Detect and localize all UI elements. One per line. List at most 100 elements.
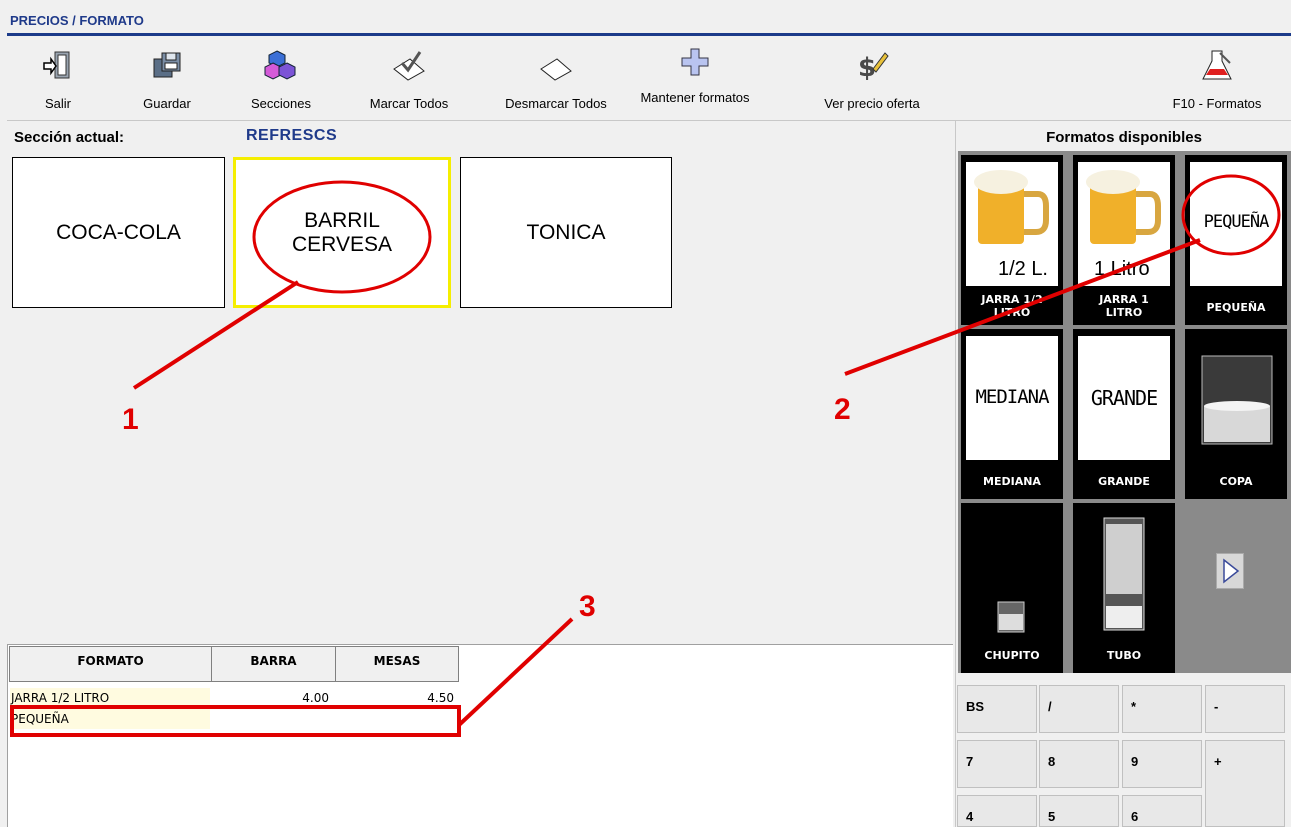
key-divide[interactable]: / bbox=[1039, 685, 1119, 733]
column-header-mesas[interactable]: MESAS bbox=[335, 646, 459, 682]
format-image: MEDIANA bbox=[966, 336, 1058, 460]
check-paper-icon bbox=[393, 51, 425, 81]
key-multiply[interactable]: * bbox=[1122, 685, 1202, 733]
sections-label: Secciones bbox=[251, 96, 311, 111]
formats-panel: Formatos disponibles 1/2 L. JARRA 1/2 LI… bbox=[955, 121, 1291, 827]
maintain-formats-label: Mantener formatos bbox=[640, 90, 750, 105]
formats-panel-title: Formatos disponibles bbox=[1046, 129, 1202, 146]
key-6[interactable]: 6 bbox=[1122, 795, 1202, 827]
key-5[interactable]: 5 bbox=[1039, 795, 1119, 827]
product-button-coca-cola[interactable]: COCA-COLA bbox=[12, 157, 225, 308]
format-tile-tubo[interactable]: TUBO bbox=[1073, 503, 1175, 673]
window-title: PRECIOS / FORMATO bbox=[10, 13, 144, 28]
format-tile-mediana[interactable]: MEDIANA MEDIANA bbox=[961, 329, 1063, 499]
mark-all-button[interactable]: Marcar Todos bbox=[357, 41, 461, 117]
format-image-text: MEDIANA bbox=[975, 386, 1049, 408]
format-image-text: 1 Litro bbox=[1094, 258, 1150, 280]
title-divider bbox=[7, 33, 1291, 36]
annotation-number-3: 3 bbox=[579, 590, 596, 623]
product-button-tonica[interactable]: TONICA bbox=[460, 157, 672, 308]
format-tile-jarra-medio-litro[interactable]: 1/2 L. JARRA 1/2 LITRO bbox=[961, 155, 1063, 325]
offer-price-label: Ver precio oferta bbox=[824, 96, 920, 111]
column-header-formato[interactable]: FORMATO bbox=[9, 646, 212, 682]
flask-icon bbox=[1202, 50, 1232, 80]
column-header-barra[interactable]: BARRA bbox=[211, 646, 336, 682]
format-caption: TUBO bbox=[1106, 649, 1142, 662]
key-minus[interactable]: - bbox=[1205, 685, 1285, 733]
f10-formats-label: F10 - Formatos bbox=[1172, 96, 1262, 111]
format-image-text: 1/2 L. bbox=[997, 258, 1048, 280]
f10-formats-button[interactable]: F10 - Formatos bbox=[1157, 41, 1277, 117]
next-page-button[interactable] bbox=[1216, 553, 1244, 589]
glass-image bbox=[1190, 336, 1282, 460]
format-image-text: GRANDE bbox=[1090, 386, 1158, 410]
exit-label: Salir bbox=[44, 96, 71, 111]
format-image: GRANDE bbox=[1078, 336, 1170, 460]
shot-glass-image bbox=[966, 510, 1058, 634]
save-floppy-icon bbox=[153, 52, 181, 78]
format-image-text: PEQUEÑA bbox=[1203, 212, 1270, 232]
unmark-all-button[interactable]: Desmarcar Todos bbox=[491, 41, 621, 117]
beer-mug-image: 1 Litro bbox=[1078, 162, 1170, 286]
current-section-label: Sección actual: bbox=[14, 129, 125, 146]
format-tile-chupito[interactable]: CHUPITO bbox=[961, 503, 1063, 673]
formats-grid: 1/2 L. JARRA 1/2 LITRO 1 Litro JARRA 1 L… bbox=[958, 151, 1291, 673]
key-plus[interactable]: + bbox=[1205, 740, 1285, 827]
format-caption: LITRO bbox=[1105, 306, 1143, 319]
cell-formato[interactable]: PEQUEÑA bbox=[10, 709, 210, 729]
play-right-icon bbox=[1223, 558, 1240, 584]
cubes-icon bbox=[264, 50, 296, 80]
toolbar: Salir Guardar Secciones Marcar Todos Des… bbox=[7, 41, 1291, 121]
format-caption: COPA bbox=[1219, 475, 1253, 488]
prices-grid: FORMATO BARRA MESAS JARRA 1/2 LITRO 4.00… bbox=[7, 644, 953, 827]
annotation-number-1: 1 bbox=[122, 403, 139, 436]
key-9[interactable]: 9 bbox=[1122, 740, 1202, 788]
product-line1: BARRIL bbox=[304, 208, 380, 232]
format-tile-grande[interactable]: GRANDE GRANDE bbox=[1073, 329, 1175, 499]
exit-door-icon bbox=[43, 51, 70, 79]
key-bs[interactable]: BS bbox=[957, 685, 1037, 733]
format-caption: MEDIANA bbox=[983, 475, 1041, 488]
format-caption: GRANDE bbox=[1098, 475, 1150, 488]
product-line2: CERVESA bbox=[292, 232, 392, 256]
format-image: PEQUEÑA bbox=[1190, 162, 1282, 286]
blank-paper-icon bbox=[540, 58, 572, 81]
key-4[interactable]: 4 bbox=[957, 795, 1037, 827]
table-row[interactable]: JARRA 1/2 LITRO 4.00 4.50 bbox=[10, 688, 458, 708]
sections-button[interactable]: Secciones bbox=[239, 41, 323, 117]
offer-price-button[interactable]: $ Ver precio oferta bbox=[807, 41, 937, 117]
format-caption: PEQUEÑA bbox=[1206, 301, 1266, 314]
exit-button[interactable]: Salir bbox=[33, 41, 83, 117]
beer-mug-image: 1/2 L. bbox=[966, 162, 1058, 286]
mark-all-label: Marcar Todos bbox=[369, 96, 449, 111]
product-line1: TONICA bbox=[526, 220, 606, 244]
dollar-pencil-icon: $ bbox=[858, 52, 889, 83]
product-line1: COCA-COLA bbox=[56, 220, 181, 244]
key-7[interactable]: 7 bbox=[957, 740, 1037, 788]
title-bar: PRECIOS / FORMATO bbox=[7, 0, 1291, 37]
current-section-name: REFRESCS bbox=[246, 127, 338, 144]
cell-mesas[interactable]: 4.50 bbox=[336, 688, 460, 708]
format-tile-jarra-litro[interactable]: 1 Litro JARRA 1 LITRO bbox=[1073, 155, 1175, 325]
cell-formato[interactable]: JARRA 1/2 LITRO bbox=[10, 688, 210, 708]
key-8[interactable]: 8 bbox=[1039, 740, 1119, 788]
format-caption: JARRA 1 bbox=[1099, 293, 1149, 306]
tube-glass-image bbox=[1078, 510, 1170, 634]
cell-mesas[interactable] bbox=[336, 709, 460, 729]
product-button-barril-cervesa[interactable]: BARRIL CERVESA bbox=[233, 157, 451, 308]
format-caption: JARRA 1/2 bbox=[981, 293, 1043, 306]
cell-barra[interactable] bbox=[211, 709, 335, 729]
format-caption: CHUPITO bbox=[984, 649, 1040, 662]
cell-barra[interactable]: 4.00 bbox=[211, 688, 335, 708]
table-row[interactable]: PEQUEÑA bbox=[10, 709, 458, 729]
numeric-keypad: BS / * - 7 8 9 + 4 5 6 bbox=[956, 677, 1291, 827]
maintain-formats-button[interactable]: Mantener formatos bbox=[625, 41, 765, 117]
format-tile-pequena[interactable]: PEQUEÑA PEQUEÑA bbox=[1185, 155, 1287, 325]
save-label: Guardar bbox=[143, 96, 191, 111]
format-tile-copa[interactable]: COPA bbox=[1185, 329, 1287, 499]
unmark-all-label: Desmarcar Todos bbox=[505, 96, 607, 111]
plus-icon bbox=[681, 48, 709, 76]
annotation-number-2: 2 bbox=[834, 393, 851, 426]
save-button[interactable]: Guardar bbox=[132, 41, 202, 117]
format-caption: LITRO bbox=[993, 306, 1031, 319]
